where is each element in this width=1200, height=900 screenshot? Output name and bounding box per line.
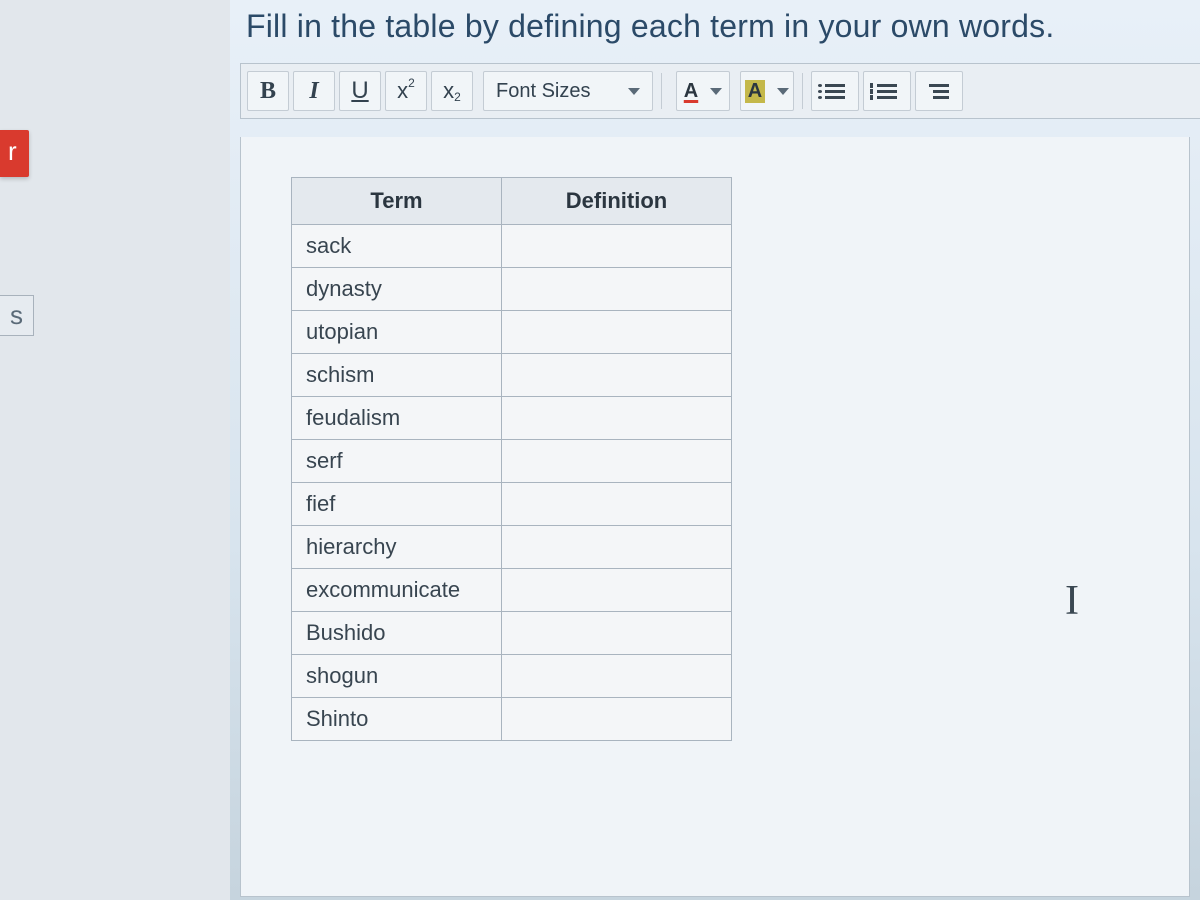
underline-button[interactable]: U bbox=[339, 71, 381, 111]
left-sidebar: r s bbox=[0, 0, 230, 900]
text-color-button[interactable]: A bbox=[676, 71, 730, 111]
definition-cell[interactable] bbox=[502, 440, 732, 483]
highlight-color-button[interactable]: A bbox=[740, 71, 794, 111]
editor-content-area[interactable]: Term Definition sackdynastyutopianschism… bbox=[240, 137, 1190, 897]
sidebar-red-tab[interactable]: r bbox=[0, 130, 29, 177]
italic-button[interactable]: I bbox=[293, 71, 335, 111]
table-row[interactable]: schism bbox=[292, 354, 732, 397]
sidebar-s-tab[interactable]: s bbox=[0, 295, 34, 336]
chevron-down-icon bbox=[628, 88, 640, 95]
definition-cell[interactable] bbox=[502, 698, 732, 741]
table-row[interactable]: Shinto bbox=[292, 698, 732, 741]
instruction-text: Fill in the table by defining each term … bbox=[230, 0, 1200, 63]
table-row[interactable]: utopian bbox=[292, 311, 732, 354]
table-row[interactable]: serf bbox=[292, 440, 732, 483]
editor-toolbar: B I U x2 x2 Font Sizes A A bbox=[240, 63, 1200, 119]
font-sizes-select[interactable]: Font Sizes bbox=[483, 71, 653, 111]
table-row[interactable]: dynasty bbox=[292, 268, 732, 311]
term-cell[interactable]: feudalism bbox=[292, 397, 502, 440]
definition-cell[interactable] bbox=[502, 268, 732, 311]
toolbar-separator bbox=[802, 73, 803, 109]
definition-cell[interactable] bbox=[502, 526, 732, 569]
term-cell[interactable]: sack bbox=[292, 225, 502, 268]
definition-cell[interactable] bbox=[502, 612, 732, 655]
term-cell[interactable]: utopian bbox=[292, 311, 502, 354]
table-header-row: Term Definition bbox=[292, 178, 732, 225]
chevron-down-icon bbox=[710, 88, 722, 95]
underline-label: U bbox=[351, 77, 368, 105]
header-term: Term bbox=[292, 178, 502, 225]
definition-cell[interactable] bbox=[502, 225, 732, 268]
bold-label: B bbox=[260, 78, 276, 105]
definition-cell[interactable] bbox=[502, 354, 732, 397]
table-row[interactable]: excommunicate bbox=[292, 569, 732, 612]
table-row[interactable]: Bushido bbox=[292, 612, 732, 655]
definition-cell[interactable] bbox=[502, 311, 732, 354]
term-cell[interactable]: excommunicate bbox=[292, 569, 502, 612]
numbered-list-button[interactable] bbox=[863, 71, 911, 111]
definition-cell[interactable] bbox=[502, 483, 732, 526]
term-cell[interactable]: schism bbox=[292, 354, 502, 397]
term-cell[interactable]: dynasty bbox=[292, 268, 502, 311]
definition-cell[interactable] bbox=[502, 655, 732, 698]
font-sizes-label: Font Sizes bbox=[496, 80, 590, 103]
bullet-list-button[interactable] bbox=[811, 71, 859, 111]
term-cell[interactable]: fief bbox=[292, 483, 502, 526]
chevron-down-icon bbox=[777, 88, 789, 95]
subscript-button[interactable]: x2 bbox=[431, 71, 473, 111]
table-row[interactable]: sack bbox=[292, 225, 732, 268]
text-cursor-icon: I bbox=[1065, 577, 1079, 625]
superscript-button[interactable]: x2 bbox=[385, 71, 427, 111]
indent-icon bbox=[929, 84, 949, 99]
table-row[interactable]: shogun bbox=[292, 655, 732, 698]
table-row[interactable]: feudalism bbox=[292, 397, 732, 440]
numbered-list-icon bbox=[877, 84, 897, 99]
sidebar-red-tab-label: r bbox=[8, 136, 17, 166]
text-color-icon: A bbox=[684, 80, 698, 103]
definition-cell[interactable] bbox=[502, 397, 732, 440]
superscript-base: x bbox=[397, 78, 408, 104]
main-area: Fill in the table by defining each term … bbox=[230, 0, 1200, 900]
table-row[interactable]: fief bbox=[292, 483, 732, 526]
subscript-base: x bbox=[443, 78, 454, 104]
definition-cell[interactable] bbox=[502, 569, 732, 612]
superscript-exp: 2 bbox=[408, 76, 415, 90]
bold-button[interactable]: B bbox=[247, 71, 289, 111]
indent-button[interactable] bbox=[915, 71, 963, 111]
italic-label: I bbox=[309, 78, 318, 105]
terms-table[interactable]: Term Definition sackdynastyutopianschism… bbox=[291, 177, 732, 741]
subscript-exp: 2 bbox=[454, 90, 461, 104]
highlight-color-icon: A bbox=[745, 80, 765, 103]
term-cell[interactable]: shogun bbox=[292, 655, 502, 698]
table-row[interactable]: hierarchy bbox=[292, 526, 732, 569]
term-cell[interactable]: Bushido bbox=[292, 612, 502, 655]
toolbar-separator bbox=[661, 73, 662, 109]
term-cell[interactable]: Shinto bbox=[292, 698, 502, 741]
header-definition: Definition bbox=[502, 178, 732, 225]
term-cell[interactable]: serf bbox=[292, 440, 502, 483]
term-cell[interactable]: hierarchy bbox=[292, 526, 502, 569]
bullet-list-icon bbox=[825, 84, 845, 99]
sidebar-s-tab-label: s bbox=[10, 300, 23, 330]
